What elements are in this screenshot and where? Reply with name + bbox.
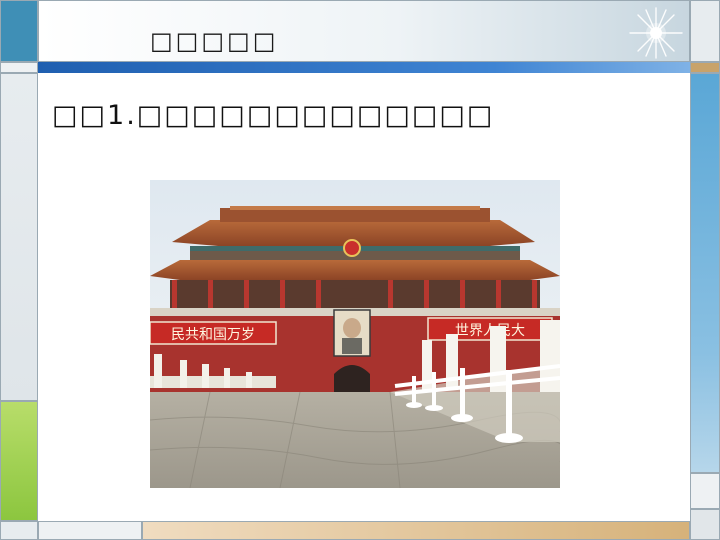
frame-left-panel bbox=[0, 73, 38, 401]
frame-right-sky-panel bbox=[690, 73, 720, 473]
title-underline-bar bbox=[38, 62, 690, 73]
frame-bottom-band bbox=[142, 521, 690, 540]
slide-title: □□□□□ bbox=[150, 27, 279, 55]
frame-bottom-left bbox=[38, 521, 142, 540]
frame-left-green-panel bbox=[0, 401, 38, 521]
frame-left-bottom bbox=[0, 521, 38, 540]
frame-top-right-block bbox=[690, 0, 720, 62]
sparkle-icon bbox=[629, 7, 683, 59]
tiananmen-photo: 民共和国万岁 世界人民大 bbox=[150, 180, 560, 488]
title-band bbox=[38, 0, 690, 62]
frame-left-strip bbox=[0, 62, 38, 73]
question-prompt: □□1.□□□□□□□□□□□□□ bbox=[52, 100, 495, 131]
frame-right-mid bbox=[690, 473, 720, 509]
frame-top-left-block bbox=[0, 0, 38, 62]
frame-right-bottom bbox=[690, 509, 720, 540]
banner-left-text: 民共和国万岁 bbox=[171, 327, 255, 343]
frame-right-strip bbox=[690, 62, 720, 73]
